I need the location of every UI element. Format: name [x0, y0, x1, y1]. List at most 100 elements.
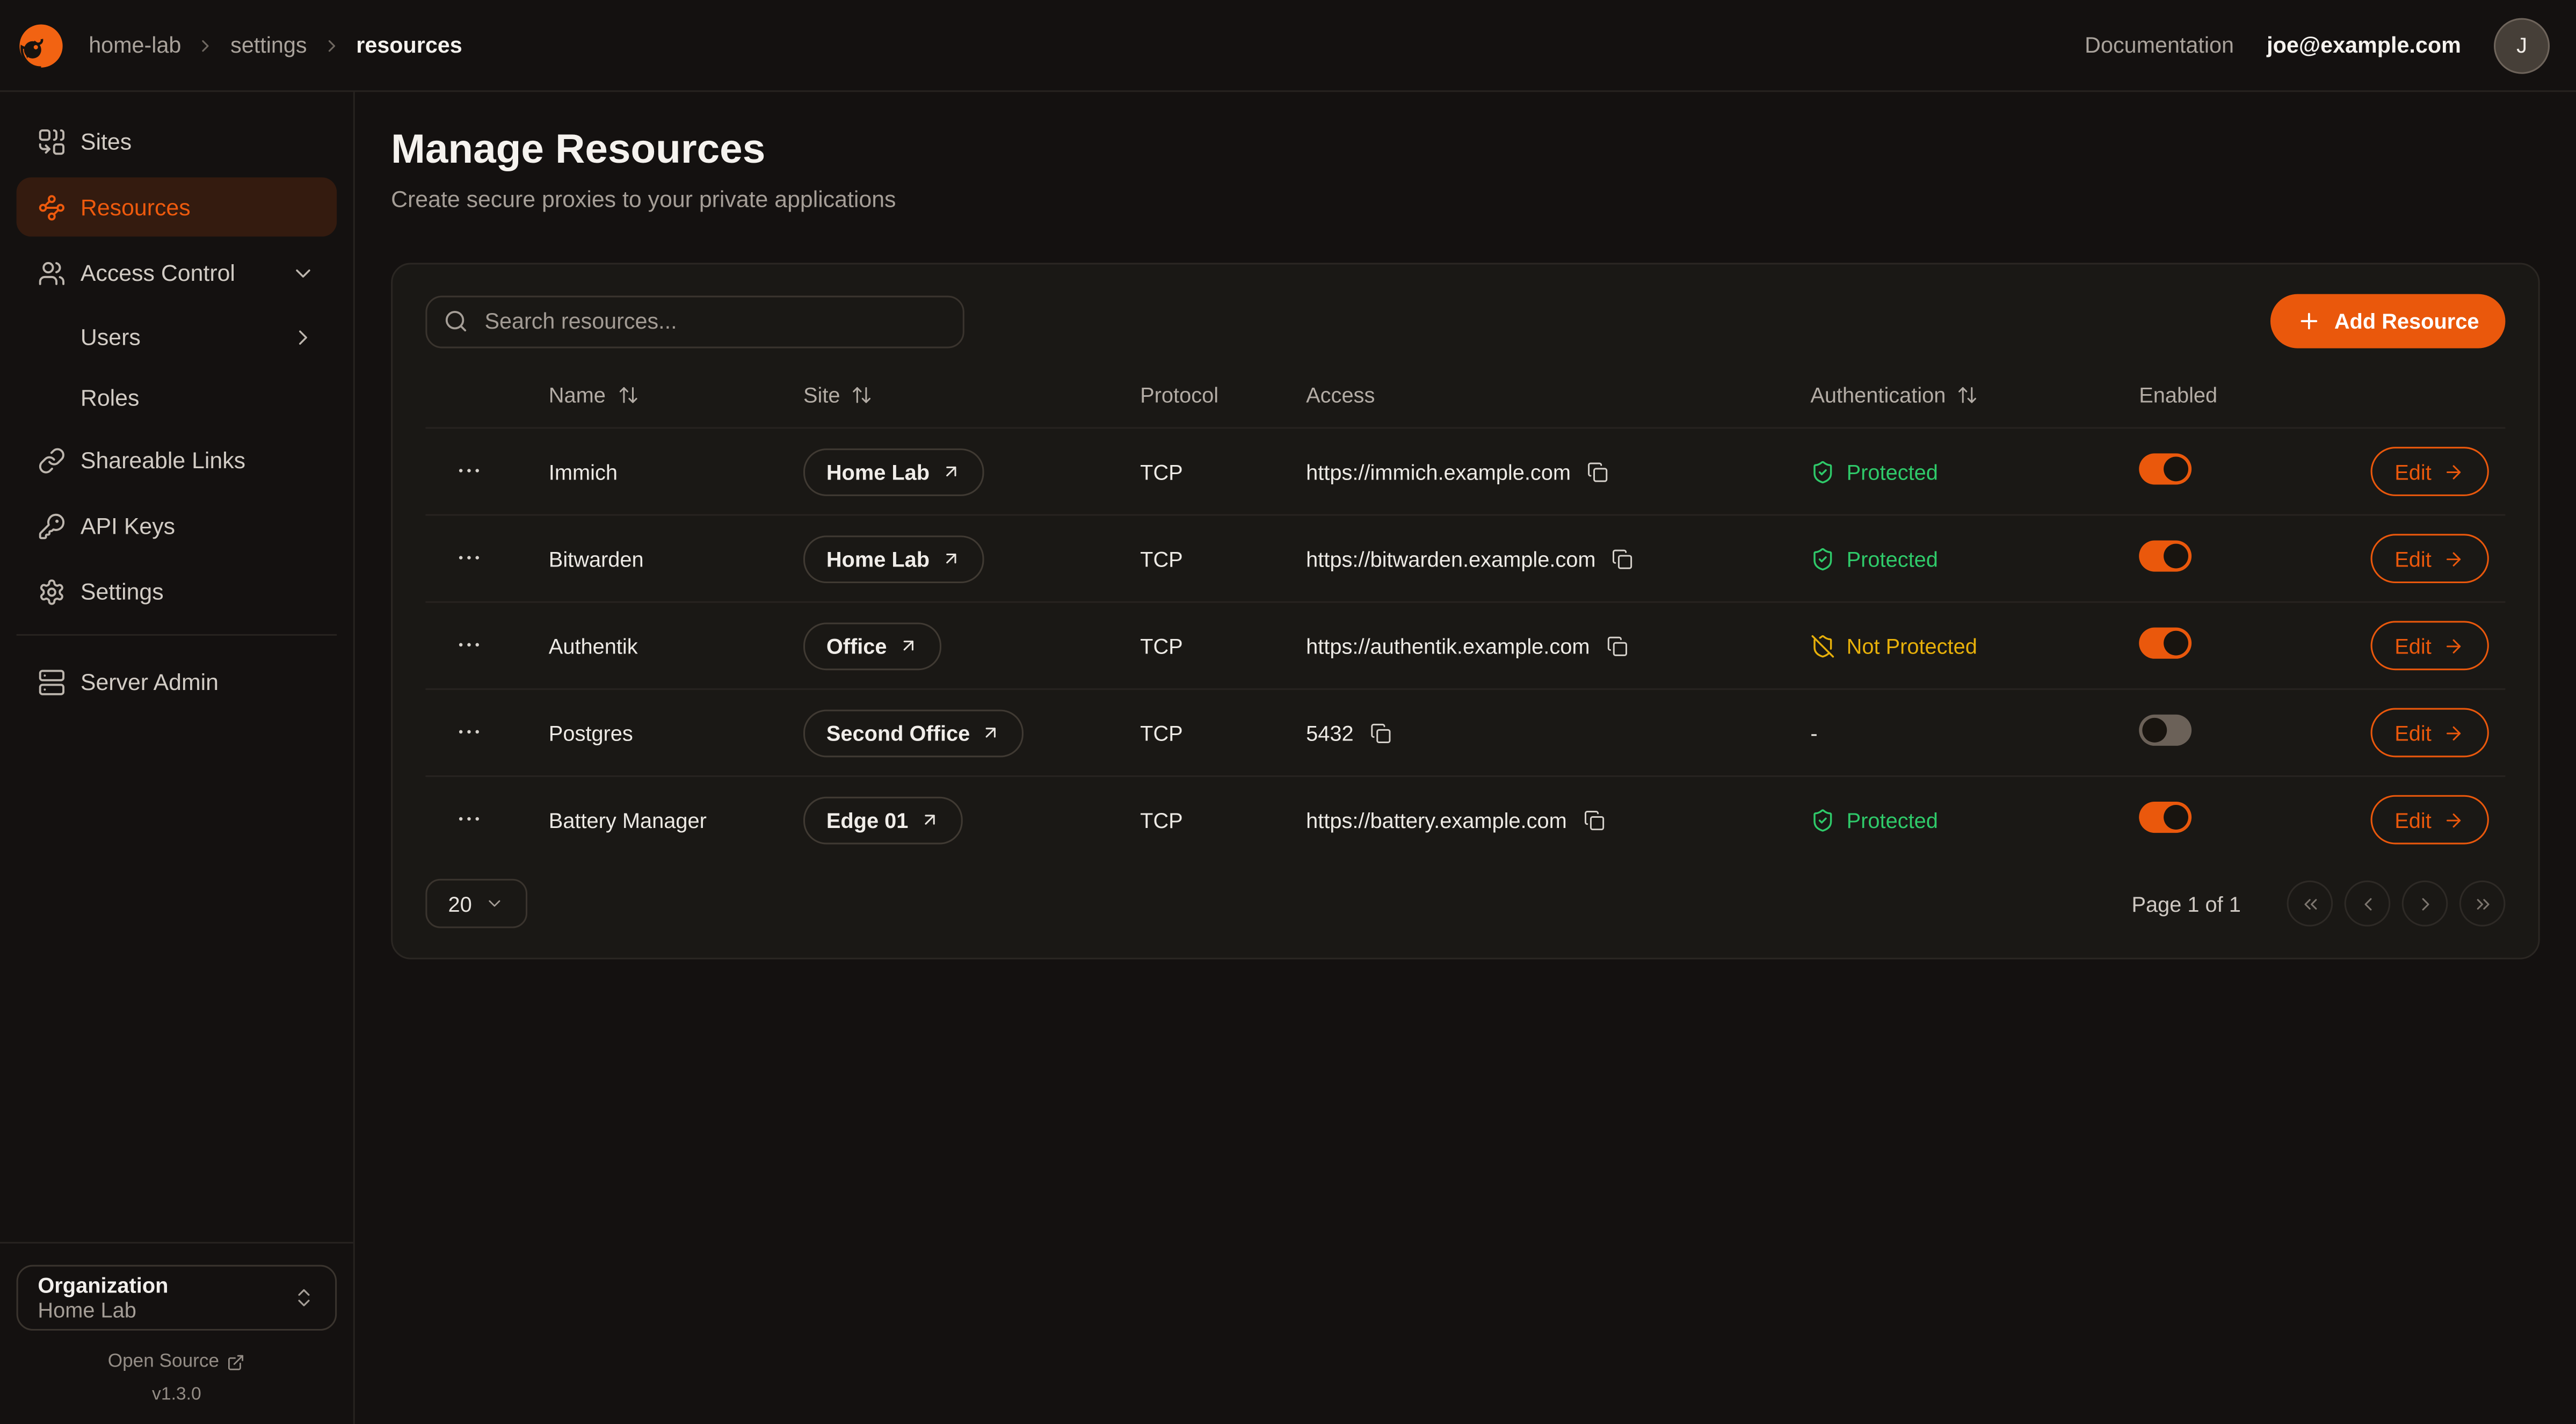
- column-access: Access: [1306, 382, 1810, 406]
- toggle-knob: [2164, 544, 2188, 569]
- chevron-right-icon: [322, 35, 342, 55]
- copy-button[interactable]: [1610, 546, 1635, 571]
- site-badge[interactable]: Office: [803, 622, 941, 670]
- row-protocol: TCP: [1140, 633, 1306, 658]
- site-badge[interactable]: Home Lab: [803, 448, 984, 496]
- row-menu-button[interactable]: [453, 803, 484, 834]
- copy-button[interactable]: [1605, 633, 1629, 658]
- row-name: Bitwarden: [549, 546, 803, 571]
- auth-status: Protected: [1810, 808, 2139, 832]
- page-size-select[interactable]: 20: [425, 879, 527, 928]
- gear-icon: [38, 577, 66, 605]
- add-resource-button[interactable]: Add Resource: [2270, 294, 2506, 348]
- chevrons-up-down-icon: [293, 1286, 316, 1309]
- edit-button[interactable]: Edit: [2370, 447, 2489, 496]
- arrow-up-right-icon: [920, 810, 940, 830]
- table-row: Authentik Office TCP https://authentik.e…: [425, 601, 2505, 688]
- chevron-down-icon: [485, 893, 505, 913]
- edit-button[interactable]: Edit: [2370, 708, 2489, 758]
- sidebar-item-shareable-links[interactable]: Shareable Links: [17, 431, 337, 490]
- auth-label: Not Protected: [1847, 633, 1977, 658]
- shield-check-icon: [1810, 459, 1835, 484]
- sidebar-item-label: Shareable Links: [81, 447, 245, 473]
- sidebar-item-roles[interactable]: Roles: [17, 369, 337, 425]
- auth-status: Protected: [1810, 546, 2139, 571]
- sidebar-item-sites[interactable]: Sites: [17, 112, 337, 171]
- row-name: Postgres: [549, 721, 803, 745]
- column-protocol: Protocol: [1140, 382, 1306, 406]
- sidebar-item-label: Access Control: [81, 259, 235, 286]
- sidebar-nav: Sites Resources Access Control Users: [0, 92, 353, 718]
- edit-button[interactable]: Edit: [2370, 621, 2489, 670]
- enabled-toggle[interactable]: [2139, 541, 2192, 572]
- edit-label: Edit: [2394, 546, 2432, 571]
- sort-icon[interactable]: [1957, 383, 1979, 405]
- next-page-button[interactable]: [2402, 881, 2448, 927]
- sidebar-item-access-control[interactable]: Access Control: [17, 243, 337, 302]
- breadcrumb-settings[interactable]: settings: [230, 33, 307, 57]
- org-selector[interactable]: Organization Home Lab: [17, 1265, 337, 1331]
- row-menu-button[interactable]: [453, 716, 484, 747]
- edit-button[interactable]: Edit: [2370, 795, 2489, 845]
- row-menu-button[interactable]: [453, 455, 484, 486]
- users-icon: [38, 259, 66, 287]
- search-input[interactable]: [481, 307, 946, 335]
- row-access: https://battery.example.com: [1306, 808, 1567, 832]
- waypoints-icon: [38, 193, 66, 221]
- site-badge[interactable]: Edge 01: [803, 796, 962, 844]
- documentation-link[interactable]: Documentation: [2085, 33, 2234, 57]
- avatar[interactable]: J: [2494, 17, 2550, 73]
- last-page-button[interactable]: [2459, 881, 2506, 927]
- row-access: https://bitwarden.example.com: [1306, 546, 1595, 571]
- search-icon: [444, 309, 468, 333]
- sort-icon[interactable]: [617, 383, 638, 405]
- first-page-button[interactable]: [2287, 881, 2333, 927]
- prev-page-button[interactable]: [2345, 881, 2391, 927]
- toggle-knob: [2164, 456, 2188, 481]
- copy-button[interactable]: [1581, 808, 1606, 832]
- column-label: Access: [1306, 382, 1375, 406]
- sidebar-item-settings[interactable]: Settings: [17, 562, 337, 621]
- pangolin-logo-icon[interactable]: [17, 20, 66, 70]
- enabled-toggle[interactable]: [2139, 453, 2192, 484]
- open-source-link[interactable]: Open Source: [17, 1352, 337, 1372]
- edit-button[interactable]: Edit: [2370, 534, 2489, 583]
- chevrons-left-icon: [2299, 893, 2320, 914]
- sidebar-item-label: Sites: [81, 128, 132, 155]
- row-protocol: TCP: [1140, 459, 1306, 484]
- arrow-right-icon: [2443, 548, 2464, 569]
- row-access: https://authentik.example.com: [1306, 633, 1590, 658]
- sidebar-item-server-admin[interactable]: Server Admin: [17, 652, 337, 711]
- breadcrumb-org[interactable]: home-lab: [89, 33, 181, 57]
- copy-button[interactable]: [1368, 721, 1393, 745]
- main-content: Manage Resources Create secure proxies t…: [355, 92, 2576, 1424]
- row-menu-button[interactable]: [453, 542, 484, 573]
- copy-button[interactable]: [1586, 459, 1610, 484]
- enabled-toggle[interactable]: [2139, 628, 2192, 659]
- enabled-toggle[interactable]: [2139, 802, 2192, 833]
- combine-icon: [38, 127, 66, 155]
- site-badge[interactable]: Home Lab: [803, 535, 984, 583]
- row-menu-button[interactable]: [453, 629, 484, 660]
- sidebar-item-label: Settings: [81, 578, 164, 605]
- topbar: home-lab settings resources Documentatio…: [0, 0, 2576, 92]
- edit-label: Edit: [2394, 721, 2432, 745]
- sidebar-item-users[interactable]: Users: [17, 309, 337, 365]
- sidebar-item-api-keys[interactable]: API Keys: [17, 496, 337, 555]
- search-box: [425, 295, 964, 347]
- table-header: Name Site Protocol: [425, 361, 2505, 427]
- table-row: Immich Home Lab TCP https://immich.examp…: [425, 427, 2505, 514]
- open-source-label: Open Source: [108, 1352, 219, 1372]
- arrow-right-icon: [2443, 461, 2464, 482]
- enabled-toggle[interactable]: [2139, 715, 2192, 746]
- sidebar-item-resources[interactable]: Resources: [17, 177, 337, 236]
- link-icon: [38, 446, 66, 474]
- resources-card: Add Resource Name Site: [391, 263, 2540, 959]
- chevron-right-icon: [2414, 893, 2436, 914]
- site-badge[interactable]: Second Office: [803, 709, 1024, 757]
- breadcrumb-current: resources: [356, 33, 462, 57]
- sort-icon[interactable]: [852, 383, 873, 405]
- user-email[interactable]: joe@example.com: [2267, 33, 2461, 57]
- sidebar-item-label: Server Admin: [81, 669, 219, 695]
- arrow-up-right-icon: [982, 723, 1002, 743]
